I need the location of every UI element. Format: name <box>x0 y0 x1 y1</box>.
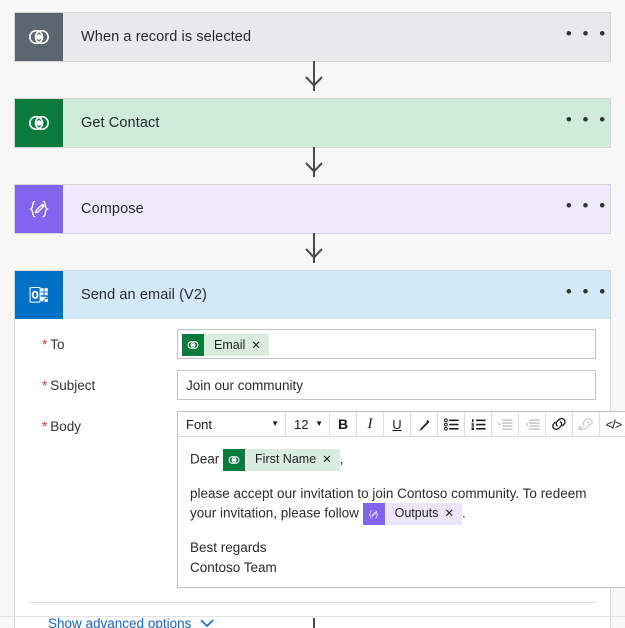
to-label: * To <box>42 337 65 352</box>
token-label: Outputs <box>384 503 444 526</box>
outlook-icon <box>15 271 63 319</box>
step-title: Send an email (V2) <box>81 287 207 303</box>
paragraph-trailing-text: . <box>462 505 466 521</box>
subject-field[interactable]: Join our community <box>177 370 596 400</box>
step-header[interactable]: Compose • • • <box>15 185 610 233</box>
flow-step-compose[interactable]: Compose • • • <box>14 184 611 234</box>
step-overflow-menu-button[interactable]: • • • <box>564 99 610 147</box>
compose-icon <box>15 185 63 233</box>
italic-button[interactable]: I <box>357 412 384 436</box>
rich-text-toolbar[interactable]: Font ▼ 12 ▼ B I U </> <box>178 412 625 437</box>
invitation-paragraph: please accept our invitation to join Con… <box>190 484 615 526</box>
connector-line-tail <box>313 618 315 628</box>
connector-arrow-1 <box>305 76 323 87</box>
code-view-button[interactable]: </> <box>600 412 625 436</box>
subject-input[interactable]: Join our community <box>177 370 596 400</box>
token-remove-button[interactable]: ✕ <box>321 449 340 471</box>
required-marker: * <box>42 419 48 434</box>
dynamic-token-outputs[interactable]: Outputs ✕ <box>362 503 463 526</box>
token-label: First Name <box>245 449 322 471</box>
signature-line-1: Best regards <box>190 540 267 556</box>
greeting-line: Dear First Name ✕ , <box>190 449 615 471</box>
token-remove-button[interactable]: ✕ <box>443 503 463 526</box>
bulleted-list-button[interactable] <box>438 412 465 436</box>
send-email-form: * To Email ✕ * Subject Join our communit… <box>15 319 625 628</box>
indent-button <box>492 412 519 436</box>
subject-label: * Subject <box>42 378 96 393</box>
step-header[interactable]: Get Contact • • • <box>15 99 610 147</box>
text-color-button[interactable] <box>411 412 438 436</box>
canvas-baseline <box>0 616 625 617</box>
font-family-select[interactable]: Font ▼ <box>178 412 286 436</box>
flow-step-get-contact[interactable]: Get Contact • • • <box>14 98 611 148</box>
show-advanced-options-label: Show advanced options <box>48 616 192 628</box>
dataverse-icon <box>182 334 204 356</box>
chevron-down-icon: ▼ <box>271 419 279 428</box>
signature-block: Best regards Contoso Team <box>190 538 615 577</box>
underline-button[interactable]: U <box>384 412 411 436</box>
rich-text-content[interactable]: Dear First Name ✕ , please accept our in… <box>178 437 625 587</box>
dataverse-icon <box>15 13 63 61</box>
step-title: Compose <box>81 201 144 217</box>
dataverse-icon <box>15 99 63 147</box>
field-row-to: * To Email ✕ <box>29 329 596 359</box>
connector-arrow-2 <box>305 162 323 173</box>
compose-icon <box>362 503 385 526</box>
link-button[interactable] <box>546 412 573 436</box>
unlink-button <box>573 412 600 436</box>
dataverse-icon <box>223 449 246 471</box>
step-overflow-menu-button[interactable]: • • • <box>564 271 610 319</box>
to-field[interactable]: Email ✕ <box>177 329 596 359</box>
step-title: When a record is selected <box>81 29 252 45</box>
font-family-value: Font <box>186 416 213 432</box>
step-overflow-menu-button[interactable]: • • • <box>564 185 610 233</box>
required-marker: * <box>42 378 48 393</box>
step-title: Get Contact <box>81 115 160 131</box>
to-input[interactable]: Email ✕ <box>177 329 596 359</box>
field-row-subject: * Subject Join our community <box>29 370 596 400</box>
step-header[interactable]: Send an email (V2) • • • <box>15 271 610 319</box>
greeting-prefix: Dear <box>190 451 220 467</box>
required-marker: * <box>42 337 48 352</box>
numbered-list-button[interactable] <box>465 412 492 436</box>
chevron-down-icon: ▼ <box>315 419 323 428</box>
bold-button[interactable]: B <box>330 412 357 436</box>
dynamic-token-first-name[interactable]: First Name ✕ <box>223 449 340 471</box>
dynamic-token-email[interactable]: Email ✕ <box>182 334 269 356</box>
flow-designer-canvas: When a record is selected • • • Get Cont… <box>0 0 625 628</box>
flow-step-send-an-email[interactable]: Send an email (V2) • • • * To Email ✕ * … <box>14 270 625 628</box>
token-label: Email <box>204 334 251 356</box>
step-overflow-menu-button[interactable]: • • • <box>564 13 610 61</box>
signature-line-2: Contoso Team <box>190 559 277 575</box>
font-size-value: 12 <box>294 416 309 432</box>
token-remove-button[interactable]: ✕ <box>250 334 269 356</box>
connector-arrow-3 <box>305 248 323 259</box>
flow-step-when-a-record-is-selected[interactable]: When a record is selected • • • <box>14 12 611 62</box>
chevron-down-icon <box>200 619 214 628</box>
font-size-select[interactable]: 12 ▼ <box>286 412 330 436</box>
greeting-suffix: , <box>339 451 344 467</box>
outdent-button <box>519 412 546 436</box>
field-row-body: * Body Font ▼ 12 ▼ B I U </> Dear First … <box>29 411 625 589</box>
rich-text-editor[interactable]: Font ▼ 12 ▼ B I U </> Dear First Name ✕ … <box>177 411 625 589</box>
body-label: * Body <box>42 419 82 434</box>
body-field[interactable]: Font ▼ 12 ▼ B I U </> Dear First Name ✕ … <box>177 411 625 589</box>
step-header[interactable]: When a record is selected • • • <box>15 13 610 61</box>
